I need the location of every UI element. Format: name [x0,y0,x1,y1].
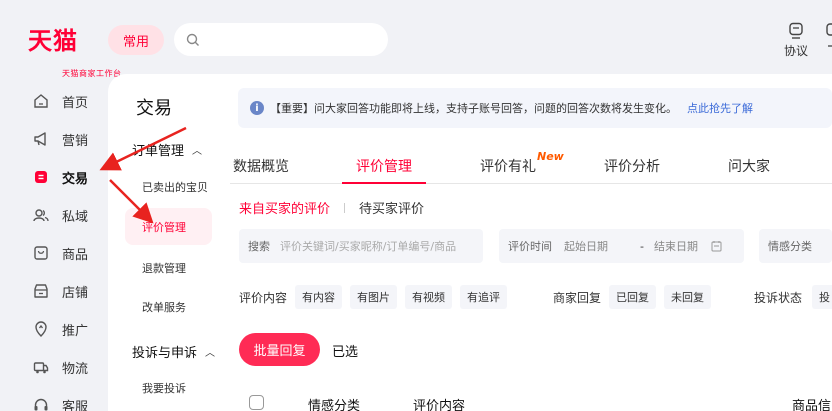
sentiment-label: 情感分类 [768,240,812,253]
submenu-item-file-complaint[interactable]: 我要投诉 [125,369,212,406]
tab-review-gift[interactable]: 评价有礼 New [480,150,564,184]
review-source-tabs: 来自买家的评价 待买家评价 [239,198,424,217]
nav-item-promote[interactable]: 推广 [0,310,108,348]
nav-label-service: 客服 [62,399,89,411]
calendar-icon [711,241,722,252]
complaint-filter-label: 投诉状态 [754,290,803,305]
megaphone-icon [32,130,50,148]
chip-has-followup[interactable]: 有追评 [460,285,508,309]
submenu-item-review-management[interactable]: 评价管理 [125,208,212,245]
start-date[interactable]: 起始日期 [564,238,608,254]
notice-banner: i 【重要】问大家回答功能即将上线，支持子账号回答，问题的回答次数将发生变化。 … [238,88,832,128]
time-label: 评价时间 [508,240,552,253]
column-product-info: 商品信 [792,399,832,411]
end-date[interactable]: 结束日期 [654,238,698,254]
nav-label-product: 商品 [62,247,89,263]
nav-item-home[interactable]: 首页 [0,82,108,120]
chevron-up-icon: ︿ [192,146,203,157]
content-filter-label: 评价内容 [239,290,288,305]
nav-label-promote: 推广 [62,323,89,339]
submenu-panel: 交易 订单管理 ︿ 已卖出的宝贝 评价管理 退款管理 改单服务 投诉与申诉 ︿ … [108,74,230,411]
nav-item-product[interactable]: 商品 [0,234,108,272]
home-icon [32,92,50,110]
nav-label-store: 店铺 [62,285,89,301]
users-icon [32,206,50,224]
agreement-button[interactable]: 协议 [782,22,810,59]
search-placeholder: 评价关键词/买家昵称/订单编号/商品 [280,240,457,253]
new-badge: New [537,150,564,163]
nav-label-marketing: 营销 [62,133,89,149]
nav-item-store[interactable]: 店铺 [0,272,108,310]
date-dash: - [640,239,644,253]
tab-review-management[interactable]: 评价管理 [342,152,426,184]
submenu-item-modify-order[interactable]: 改单服务 [125,288,212,325]
submenu-item-refund[interactable]: 退款管理 [125,249,212,286]
search-label: 搜索 [248,240,270,253]
batch-reply-button[interactable]: 批量回复 [239,333,320,366]
truck-icon [32,358,50,376]
chip-has-video[interactable]: 有视频 [405,285,453,309]
reply-filter-label: 商家回复 [553,290,602,305]
selected-count: 已选 [332,345,359,360]
notice-text: 【重要】问大家回答功能即将上线，支持子账号回答，问题的回答次数将发生变化。 [270,102,677,115]
column-review-content: 评价内容 [413,399,466,411]
nav-item-private[interactable]: 私域 [0,196,108,234]
tab-data-overview[interactable]: 数据概览 [233,152,289,184]
nav-item-trade[interactable]: 交易 [0,158,108,196]
logo-text: 天猫 [28,27,78,55]
complaint-filter: 投诉状态 投 [754,285,832,309]
chip-not-replied[interactable]: 未回复 [664,285,712,309]
subtab-from-buyers[interactable]: 来自买家的评价 [239,198,330,217]
notice-link[interactable]: 点此抢先了解 [687,100,753,116]
agreement-icon [789,22,803,39]
more-icon[interactable] [826,22,832,54]
chip-replied[interactable]: 已回复 [609,285,657,309]
chip-has-image[interactable]: 有图片 [350,285,398,309]
group-order-label: 订单管理 [132,144,185,159]
reply-filter: 商家回复 已回复 未回复 [553,285,712,309]
submenu-title: 交易 [136,98,172,119]
search-icon [186,33,199,46]
main-nav: 首页 营销 交易 私域 商品 店铺 推广 物流 客服 [0,82,108,411]
nav-item-service[interactable]: 客服 [0,386,108,411]
trade-icon [32,168,50,186]
nav-item-marketing[interactable]: 营销 [0,120,108,158]
tmall-logo[interactable]: 天猫 天猫商家工作台 [28,27,121,78]
product-icon [32,244,50,262]
tab-review-gift-label: 评价有礼 [480,159,536,175]
divider [344,202,346,213]
group-complaints[interactable]: 投诉与申诉 ︿ [132,342,215,361]
global-search-input[interactable] [174,23,388,56]
chip-complaint[interactable]: 投 [812,285,832,309]
nav-label-trade: 交易 [62,171,89,187]
review-time-field[interactable]: 评价时间 起始日期 - 结束日期 [499,229,744,263]
column-sentiment: 情感分类 [308,399,361,411]
main-content: i 【重要】问大家回答功能即将上线，支持子账号回答，问题的回答次数将发生变化。 … [230,74,832,411]
nav-label-logistics: 物流 [62,361,89,377]
table-header: 情感分类 评价内容 商品信 [230,392,832,411]
content-filter: 评价内容 有内容 有图片 有视频 有追评 [239,285,508,309]
promote-icon [32,320,50,338]
chevron-up-icon: ︿ [205,348,216,359]
agreement-label: 协议 [783,44,808,58]
group-complaints-label: 投诉与申诉 [132,346,198,361]
nav-item-logistics[interactable]: 物流 [0,348,108,386]
nav-label-home: 首页 [62,95,89,111]
common-button[interactable]: 常用 [108,25,164,55]
sentiment-select[interactable]: 情感分类 [759,229,832,263]
submenu-item-sold[interactable]: 已卖出的宝贝 [125,168,212,205]
tab-review-analysis[interactable]: 评价分析 [604,152,660,184]
main-tabs: 数据概览 评价管理 评价有礼 New 评价分析 问大家 [230,150,832,184]
subtab-awaiting-buyer[interactable]: 待买家评价 [359,198,424,217]
headset-icon [32,396,50,411]
nav-label-private: 私域 [62,209,89,225]
chip-has-content[interactable]: 有内容 [295,285,343,309]
review-search-field[interactable]: 搜索 评价关键词/买家昵称/订单编号/商品 [239,229,483,263]
store-icon [32,282,50,300]
info-icon: i [250,101,264,115]
tab-ask-everyone[interactable]: 问大家 [728,152,770,184]
group-order-management[interactable]: 订单管理 ︿ [132,140,202,159]
select-all-checkbox[interactable] [249,395,264,410]
